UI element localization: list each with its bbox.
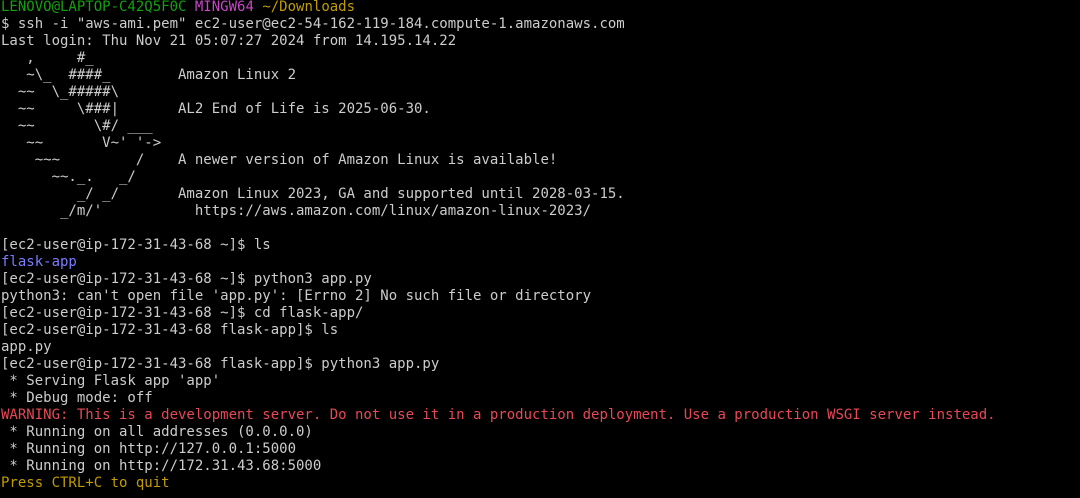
current-directory: ~/Downloads (262, 0, 356, 15)
terminal-window[interactable]: LENOVO@LAPTOP-C42Q5F0C MINGW64 ~/Downloa… (0, 0, 1080, 498)
flask-warning-line: WARNING: This is a development server. D… (1, 407, 996, 423)
user-host: LENOVO@LAPTOP-C42Q5F0C (1, 0, 187, 15)
quit-hint-line: Press CTRL+C to quit (1, 475, 170, 491)
shell-name: MINGW64 (194, 0, 254, 15)
